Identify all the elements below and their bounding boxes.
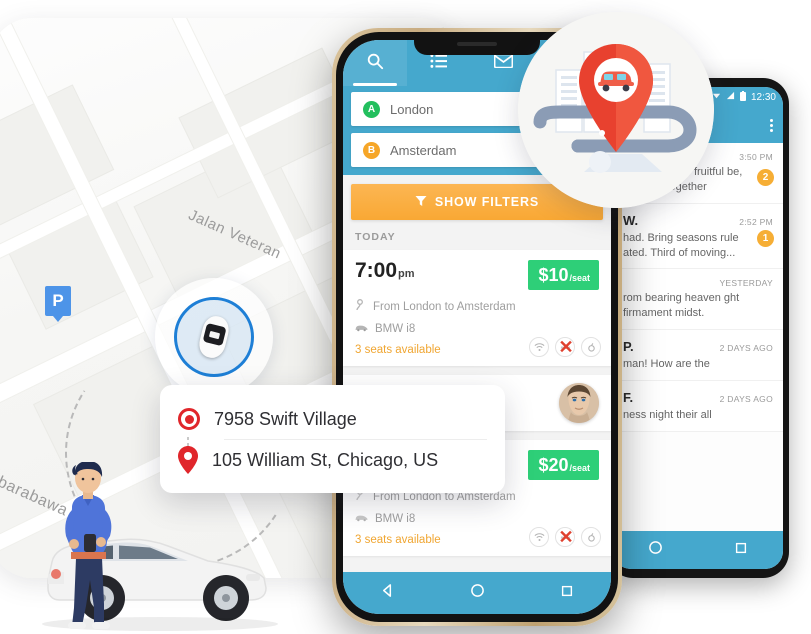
map-pin-with-car-icon [518, 12, 714, 208]
list-icon [430, 53, 448, 74]
unread-badge: 1 [757, 229, 774, 247]
phone-notch [414, 32, 540, 55]
address-origin-text: 7958 Swift Village [214, 408, 357, 429]
car-side-icon [355, 513, 368, 525]
car-side-icon [355, 323, 368, 335]
route-pin-icon [355, 299, 366, 314]
ride-time-value: 7:00 [355, 259, 398, 282]
hero-illustration [40, 461, 300, 634]
origin-value: London [390, 101, 434, 117]
ride-price-unit: /seat [569, 273, 590, 283]
message-body: man! How are the [623, 358, 710, 371]
message-sender: W. [623, 212, 639, 228]
pet-allowed-icon [581, 337, 601, 357]
battery-icon [739, 90, 746, 104]
message-sender: P. [623, 339, 634, 355]
unread-badge: 2 [757, 169, 774, 186]
ride-price: $20 [538, 455, 569, 475]
list-item[interactable]: F. 2 DAYS AGO ness night their all [613, 380, 783, 432]
top-down-car-icon [196, 313, 232, 361]
brand-logo-badge [518, 12, 714, 208]
origin-badge-a: A [363, 100, 380, 118]
tab-search[interactable] [343, 40, 407, 86]
android-nav-bar [613, 531, 783, 569]
screenshot-root: Jalan Veteran barabawa P 12:30 3:50 PM f… [0, 0, 811, 634]
message-time: 2:52 PM [739, 216, 773, 227]
ride-time-meridiem: pm [398, 268, 415, 280]
target-dot-icon [178, 408, 200, 430]
section-label-today: TODAY [355, 231, 396, 243]
ride-amenities [529, 526, 601, 548]
status-bar-time: 12:30 [750, 91, 776, 103]
no-smoking-icon [555, 526, 577, 548]
no-smoking-icon [555, 336, 577, 358]
list-item[interactable]: YESTERDAY rom bearing heaven ght firmame… [613, 269, 783, 331]
ride-car: BMW i8 [355, 513, 599, 525]
search-icon [366, 52, 384, 75]
more-vertical-icon[interactable] [770, 118, 773, 132]
message-time: YESTERDAY [719, 278, 773, 289]
message-time: 2 DAYS AGO [719, 393, 773, 404]
ride-price-badge: $20/seat [528, 450, 599, 480]
android-nav-bar [343, 572, 611, 614]
ride-price: $10 [538, 265, 569, 285]
triangle-back-icon[interactable] [380, 583, 395, 603]
message-body: had. Bring seasons rule ated. Third of m… [623, 231, 739, 259]
list-item[interactable]: P. 2 DAYS AGO man! How are the [613, 330, 783, 381]
ride-route-text: From London to Amsterdam [373, 300, 516, 313]
avatar[interactable] [559, 383, 599, 423]
filter-funnel-icon [415, 195, 427, 210]
ride-car: BMW i8 [355, 323, 599, 335]
signal-icon [726, 91, 735, 103]
wifi-icon [529, 527, 549, 547]
list-item[interactable]: W. 2:52 PM had. Bring seasons rule ated.… [613, 203, 783, 270]
circle-home-icon[interactable] [648, 540, 663, 560]
parking-marker[interactable]: P [45, 286, 71, 322]
message-sender: F. [623, 389, 634, 405]
pet-allowed-icon [581, 527, 601, 547]
ride-price-badge: $10/seat [528, 260, 599, 290]
message-time: 3:50 PM [739, 152, 773, 162]
destination-badge-b: B [363, 141, 380, 159]
show-filters-label: SHOW FILTERS [434, 195, 540, 209]
ride-car-text: BMW i8 [375, 513, 416, 525]
vehicle-location-halo[interactable] [155, 278, 273, 396]
message-body: ness night their all [623, 408, 712, 421]
ride-route: From London to Amsterdam [355, 299, 599, 314]
ride-car-text: BMW i8 [375, 323, 416, 335]
destination-value: Amsterdam [390, 142, 457, 158]
message-body: rom bearing heaven ght firmament midst. [623, 292, 740, 320]
ride-time: 7:00pm [355, 260, 415, 281]
ride-card[interactable]: 7:00pm $10/seat From London to Amsterdam [343, 250, 611, 366]
address-origin-row[interactable]: 7958 Swift Village [178, 399, 487, 439]
circle-home-icon[interactable] [470, 583, 485, 603]
vehicle-radius-ring [174, 297, 254, 377]
square-recents-icon[interactable] [734, 541, 748, 560]
wifi-icon [529, 337, 549, 357]
ride-price-unit: /seat [569, 463, 590, 473]
mail-icon [493, 53, 513, 73]
square-recents-icon[interactable] [560, 584, 574, 603]
ride-amenities [529, 336, 601, 358]
message-time: 2 DAYS AGO [719, 343, 773, 354]
